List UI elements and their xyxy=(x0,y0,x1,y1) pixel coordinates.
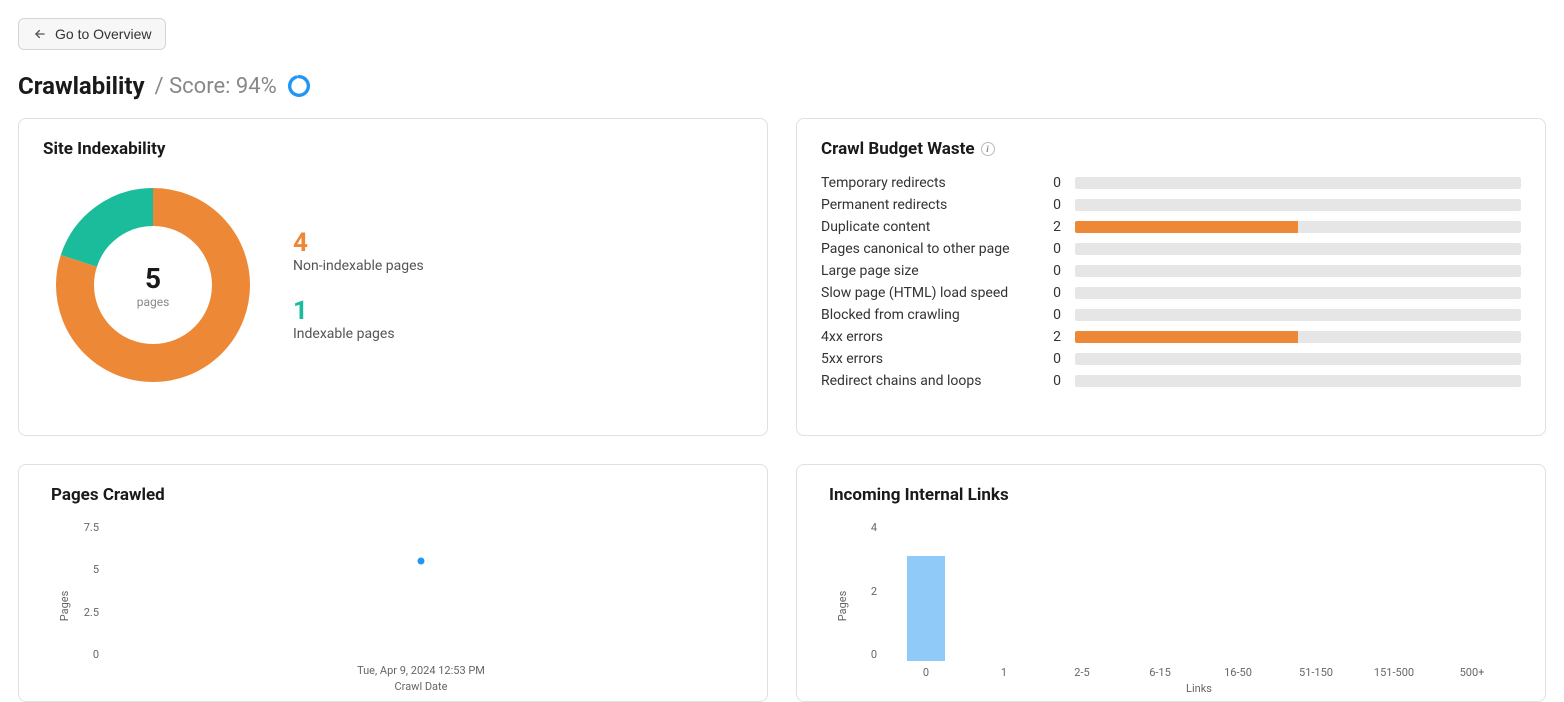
waste-row-bar xyxy=(1075,243,1521,255)
non-indexable-count: 4 xyxy=(293,228,424,258)
waste-row-bar xyxy=(1075,265,1521,277)
arrow-left-icon xyxy=(33,27,47,41)
pages-crawled-title: Pages Crawled xyxy=(51,485,743,505)
pages-crawled-ylabel: Pages xyxy=(58,591,71,622)
waste-row[interactable]: Blocked from crawling 0 xyxy=(821,307,1521,323)
waste-row[interactable]: Slow page (HTML) load speed 0 xyxy=(821,285,1521,301)
incoming-links-ylabel: Pages xyxy=(836,591,849,622)
waste-row-value: 0 xyxy=(1045,373,1061,389)
waste-row-value: 0 xyxy=(1045,285,1061,301)
pages-crawled-plot xyxy=(109,521,733,661)
waste-row[interactable]: 5xx errors 0 xyxy=(821,351,1521,367)
donut-total: 5 xyxy=(145,262,161,295)
waste-row[interactable]: Permanent redirects 0 xyxy=(821,197,1521,213)
waste-row-value: 2 xyxy=(1045,219,1061,235)
waste-row-label: Duplicate content xyxy=(821,219,1031,235)
waste-row-value: 0 xyxy=(1045,307,1061,323)
bar-column[interactable] xyxy=(887,521,965,661)
waste-row-label: 4xx errors xyxy=(821,329,1031,345)
indexability-donut: 5 pages xyxy=(53,185,253,385)
waste-row-value: 0 xyxy=(1045,263,1061,279)
incoming-links-y-ticks: 420 xyxy=(851,521,877,661)
bar-column[interactable] xyxy=(1043,521,1121,661)
waste-row-bar xyxy=(1075,375,1521,387)
waste-row[interactable]: Temporary redirects 0 xyxy=(821,175,1521,191)
waste-row-bar xyxy=(1075,177,1521,189)
waste-row-bar xyxy=(1075,331,1521,343)
pages-crawled-panel: Pages Crawled Pages 7.552.50 Tue, Apr 9,… xyxy=(18,464,768,702)
pages-crawled-x-tick: Tue, Apr 9, 2024 12:53 PM xyxy=(109,664,733,677)
waste-row[interactable]: Pages canonical to other page 0 xyxy=(821,241,1521,257)
donut-total-label: pages xyxy=(137,295,170,309)
go-to-overview-button[interactable]: Go to Overview xyxy=(18,18,166,50)
crawl-budget-waste-list: Temporary redirects 0 Permanent redirects 0… xyxy=(821,175,1521,389)
waste-row-bar xyxy=(1075,309,1521,321)
page-title-row: Crawlability / Score: 94% xyxy=(18,72,1546,100)
waste-row[interactable]: Redirect chains and loops 0 xyxy=(821,373,1521,389)
waste-row-label: Temporary redirects xyxy=(821,175,1031,191)
indexable-count: 1 xyxy=(293,296,424,326)
non-indexable-label: Non-indexable pages xyxy=(293,258,424,274)
bar-column[interactable] xyxy=(1433,521,1511,661)
waste-row-label: Permanent redirects xyxy=(821,197,1031,213)
bar-column[interactable] xyxy=(1355,521,1433,661)
waste-row-label: Large page size xyxy=(821,263,1031,279)
waste-row-label: Pages canonical to other page xyxy=(821,241,1031,257)
go-to-overview-label: Go to Overview xyxy=(55,26,151,42)
bar-column[interactable] xyxy=(965,521,1043,661)
bar-column[interactable] xyxy=(1121,521,1199,661)
pages-crawled-chart: Pages 7.552.50 Tue, Apr 9, 2024 12:53 PM… xyxy=(55,521,743,691)
waste-row[interactable]: Large page size 0 xyxy=(821,263,1521,279)
waste-row-label: Redirect chains and loops xyxy=(821,373,1031,389)
data-point[interactable] xyxy=(418,557,425,564)
incoming-links-plot xyxy=(887,521,1511,661)
bar-column[interactable] xyxy=(1277,521,1355,661)
pages-crawled-xlabel: Crawl Date xyxy=(109,680,733,693)
incoming-links-chart: Pages 420 012-56-1516-5051-150151-500500… xyxy=(833,521,1521,691)
bar-column[interactable] xyxy=(1199,521,1277,661)
waste-row-value: 0 xyxy=(1045,175,1061,191)
waste-row-label: Blocked from crawling xyxy=(821,307,1031,323)
incoming-links-panel: Incoming Internal Links Pages 420 012-56… xyxy=(796,464,1546,702)
page-title: Crawlability xyxy=(18,72,145,100)
incoming-links-xlabel: Links xyxy=(887,682,1511,695)
indexability-stats: 4 Non-indexable pages 1 Indexable pages xyxy=(293,228,424,342)
waste-row-value: 0 xyxy=(1045,197,1061,213)
waste-row[interactable]: Duplicate content 2 xyxy=(821,219,1521,235)
crawl-budget-waste-title: Crawl Budget Waste xyxy=(821,139,975,159)
waste-row-value: 2 xyxy=(1045,329,1061,345)
waste-row-bar xyxy=(1075,287,1521,299)
crawl-budget-waste-panel: Crawl Budget Waste i Temporary redirects… xyxy=(796,118,1546,436)
incoming-links-x-labels: 012-56-1516-5051-150151-500500+ xyxy=(887,666,1511,679)
waste-row-label: 5xx errors xyxy=(821,351,1031,367)
indexable-label: Indexable pages xyxy=(293,326,424,342)
waste-row-value: 0 xyxy=(1045,351,1061,367)
waste-row-bar xyxy=(1075,199,1521,211)
waste-row-bar xyxy=(1075,221,1521,233)
incoming-links-title: Incoming Internal Links xyxy=(829,485,1521,505)
site-indexability-panel: Site Indexability 5 pages 4 Non-indexabl… xyxy=(18,118,768,436)
score-label: / Score: 94% xyxy=(155,74,277,99)
pages-crawled-y-ticks: 7.552.50 xyxy=(73,521,99,661)
info-icon[interactable]: i xyxy=(981,142,995,156)
waste-row[interactable]: 4xx errors 2 xyxy=(821,329,1521,345)
score-ring-icon xyxy=(287,74,311,98)
site-indexability-title: Site Indexability xyxy=(43,139,743,159)
waste-row-bar xyxy=(1075,353,1521,365)
waste-row-value: 0 xyxy=(1045,241,1061,257)
waste-row-label: Slow page (HTML) load speed xyxy=(821,285,1031,301)
